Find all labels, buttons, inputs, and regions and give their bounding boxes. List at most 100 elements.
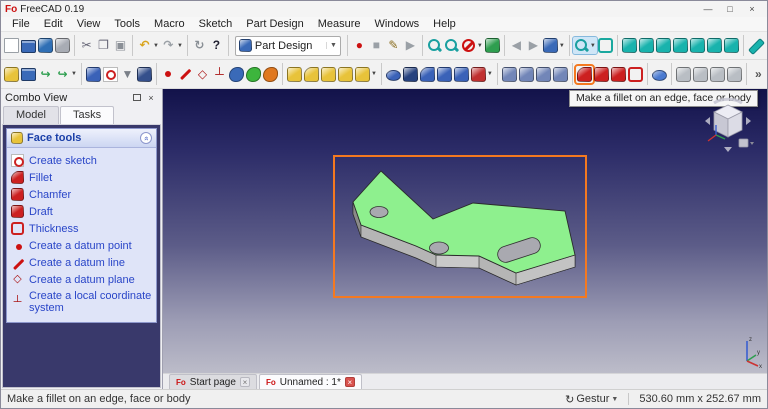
boolean-operation-button[interactable] [651, 67, 668, 82]
view-right-button[interactable] [672, 37, 689, 54]
whats-this-button[interactable]: ? [208, 37, 225, 54]
additive-loft-button[interactable] [320, 66, 337, 83]
refresh-button[interactable]: ↻ [191, 37, 208, 54]
dropdown-arrow-icon[interactable]: ▼ [153, 43, 159, 49]
macro-stop-button[interactable]: ■ [368, 37, 385, 54]
create-group-button[interactable] [20, 66, 37, 82]
task-create-datum-point[interactable]: Create a datum point [11, 237, 154, 254]
view-axonometric-button[interactable] [621, 37, 638, 54]
edit-sketch-button[interactable] [136, 66, 153, 83]
navigation-cube[interactable] [701, 95, 755, 153]
menu-view[interactable]: View [70, 17, 108, 32]
cut-button[interactable]: ✂ [78, 37, 95, 54]
task-thickness[interactable]: Thickness [11, 220, 154, 237]
view-top-button[interactable] [655, 37, 672, 54]
collapse-section-button[interactable] [140, 132, 152, 144]
workbench-selector[interactable]: Part Design▼ [235, 36, 341, 56]
involute-gear-button[interactable] [675, 66, 692, 83]
menu-macro[interactable]: Macro [147, 17, 192, 32]
dropdown-arrow-icon[interactable]: ▼ [590, 43, 596, 49]
legacy-migrate-button[interactable] [726, 66, 743, 83]
draft-button[interactable] [610, 66, 627, 83]
create-datum-line-button[interactable] [177, 66, 194, 83]
dropdown-arrow-icon[interactable]: ▼ [477, 43, 483, 49]
new-file-button[interactable] [3, 37, 20, 54]
chamfer-button[interactable] [593, 66, 610, 83]
macro-edit-button[interactable]: ✎ [385, 37, 402, 54]
draw-style-button[interactable] [597, 37, 614, 54]
subtractive-loft-button[interactable] [436, 66, 453, 83]
revolution-button[interactable] [303, 66, 320, 83]
shaft-wizard-button[interactable] [709, 66, 726, 83]
task-chamfer[interactable]: Chamfer [11, 186, 154, 203]
create-datum-plane-button[interactable]: ◇ [194, 66, 211, 83]
part-3d-model[interactable] [333, 155, 587, 298]
groove-button[interactable] [419, 66, 436, 83]
dropdown-arrow-icon[interactable]: ▼ [71, 71, 77, 77]
view-left-button[interactable] [723, 37, 740, 54]
copy-button[interactable]: ❐ [95, 37, 112, 54]
macro-record-button[interactable]: ● [351, 37, 368, 54]
undo-button[interactable]: ↶▼ [136, 37, 160, 54]
multi-transform-button[interactable] [552, 66, 569, 83]
clone-button[interactable] [262, 66, 279, 83]
navigation-style-selector[interactable]: ↻ Gestur ▼ [565, 393, 618, 406]
tab-tasks[interactable]: Tasks [60, 106, 114, 124]
sprocket-button[interactable] [692, 66, 709, 83]
sub-shape-binder-button[interactable] [245, 66, 262, 83]
nav-forward-button[interactable]: ▶ [525, 37, 542, 54]
task-create-local-coordinate-system[interactable]: ┴Create a local coordinate system [11, 288, 154, 316]
task-fillet[interactable]: Fillet [11, 169, 154, 186]
additive-pipe-button[interactable] [337, 66, 354, 83]
dropdown-arrow-icon[interactable]: ▼ [371, 71, 377, 77]
fillet-button[interactable] [576, 66, 593, 83]
menu-measure[interactable]: Measure [311, 17, 368, 32]
tab-model[interactable]: Model [3, 106, 59, 124]
macro-play-button[interactable]: ▶ [402, 37, 419, 54]
pad-button[interactable] [286, 66, 303, 83]
make-link-button[interactable]: ↪ [37, 66, 54, 83]
shape-binder-button[interactable] [228, 66, 245, 83]
paste-button[interactable]: ▣ [112, 37, 129, 54]
thickness-button[interactable] [627, 66, 644, 83]
pocket-button[interactable] [385, 67, 402, 82]
subtractive-primitive-button[interactable]: ▼ [470, 66, 494, 83]
doc-tab-start-page[interactable]: FoStart page× [169, 374, 257, 389]
nav-back-button[interactable]: ◀ [508, 37, 525, 54]
save-button[interactable] [37, 37, 54, 54]
chevron-down-icon[interactable]: ▼ [326, 42, 337, 49]
mirrored-button[interactable] [501, 66, 518, 83]
task-create-datum-plane[interactable]: ◇Create a datum plane [11, 271, 154, 288]
open-folder-button[interactable] [20, 38, 37, 54]
menu-tools[interactable]: Tools [107, 17, 147, 32]
clipping-plane-button[interactable]: ▼ [460, 37, 484, 54]
linear-pattern-button[interactable] [518, 66, 535, 83]
set-view-button[interactable]: ▼ [542, 37, 566, 54]
view-front-button[interactable] [638, 37, 655, 54]
float-panel-icon[interactable] [130, 93, 144, 103]
doc-tab-unnamed-1-[interactable]: FoUnnamed : 1*× [259, 374, 362, 389]
toolbar-overflow-button[interactable]: » [750, 66, 767, 83]
make-sub-link-button[interactable]: ↪▼ [54, 66, 78, 83]
task-draft[interactable]: Draft [11, 203, 154, 220]
view-fit-all-button[interactable] [426, 37, 443, 54]
3d-viewport[interactable]: Make a fillet on an edge, face or body [163, 89, 767, 373]
menu-part-design[interactable]: Part Design [239, 17, 310, 32]
create-body-button[interactable] [85, 66, 102, 83]
measure-distance-button[interactable] [747, 37, 764, 54]
view-fit-selection-button[interactable] [443, 37, 460, 54]
subtractive-pipe-button[interactable] [453, 66, 470, 83]
menu-edit[interactable]: Edit [37, 17, 70, 32]
task-create-sketch[interactable]: Create sketch [11, 152, 154, 169]
tab-close-icon[interactable]: × [345, 377, 355, 387]
task-create-datum-line[interactable]: Create a datum line [11, 254, 154, 271]
view-rear-button[interactable] [689, 37, 706, 54]
map-sketch-to-face-button[interactable]: ▼ [119, 66, 136, 83]
zoom-box-button[interactable]: ▼ [573, 37, 597, 54]
maximize-button[interactable]: □ [719, 2, 741, 16]
close-button[interactable]: × [741, 2, 763, 16]
minimize-button[interactable]: — [697, 2, 719, 16]
create-sketch-button[interactable] [102, 66, 119, 83]
tab-close-icon[interactable]: × [240, 377, 250, 387]
print-button[interactable] [54, 37, 71, 54]
